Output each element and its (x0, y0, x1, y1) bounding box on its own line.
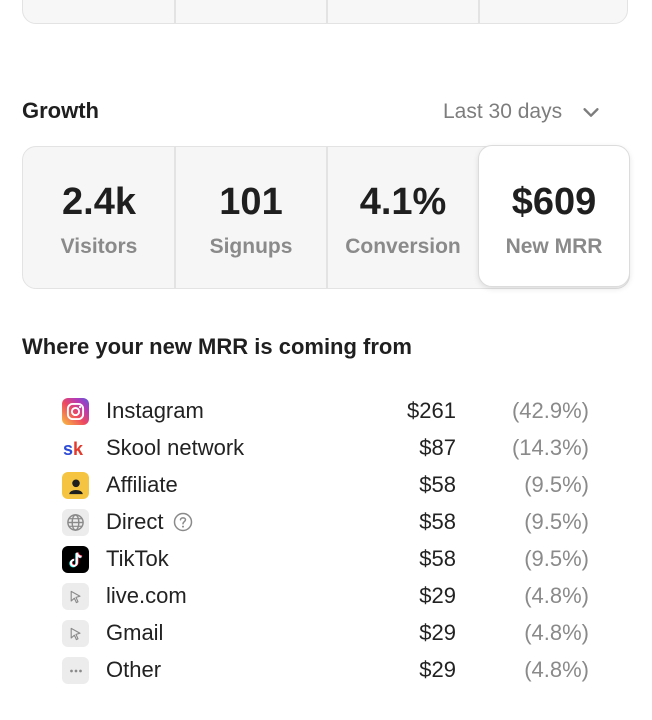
source-row-direct[interactable]: Direct $58 (9.5%) (0, 504, 652, 541)
cursor-icon (62, 620, 89, 647)
stat-value: 2.4k (62, 181, 136, 223)
affiliate-icon (62, 472, 89, 499)
previous-stats-card (22, 0, 628, 24)
source-amount: $29 (419, 620, 456, 645)
source-percent: (14.3%) (511, 435, 589, 460)
source-name: Gmail (106, 620, 164, 645)
stat-label: Visitors (60, 235, 138, 258)
source-amount: $261 (407, 398, 456, 423)
growth-stats-card: 2.4k Visitors 101 Signups 4.1% Conversio… (22, 145, 630, 289)
source-row-live-com[interactable]: live.com $29 (4.8%) (0, 578, 652, 615)
more-icon (62, 657, 89, 684)
source-name: Direct (106, 509, 193, 535)
source-row-affiliate[interactable]: Affiliate $58 (9.5%) (0, 467, 652, 504)
source-name: Skool network (106, 435, 245, 460)
source-percent: (9.5%) (524, 509, 589, 534)
svg-text:s: s (63, 439, 73, 459)
tiktok-icon (62, 546, 89, 573)
source-row-skool[interactable]: s k Skool network $87 (14.3%) (0, 430, 652, 467)
source-name: Instagram (106, 398, 204, 423)
source-row-gmail[interactable]: Gmail $29 (4.8%) (0, 615, 652, 652)
stat-value: 101 (219, 181, 283, 223)
source-row-instagram[interactable]: Instagram $261 (42.9%) (0, 393, 652, 430)
source-amount: $58 (419, 509, 456, 534)
source-percent: (4.8%) (524, 583, 589, 608)
date-range-select[interactable]: Last 30 days (443, 100, 602, 124)
growth-title: Growth (22, 98, 99, 123)
card-divider (326, 0, 328, 23)
stat-label: Conversion (345, 235, 461, 258)
date-range-label: Last 30 days (443, 100, 563, 123)
source-percent: (9.5%) (524, 546, 589, 571)
stat-new-mrr[interactable]: $609 New MRR (478, 145, 630, 287)
source-name: live.com (106, 583, 187, 608)
source-name-text: Direct (106, 509, 164, 534)
source-row-other[interactable]: Other $29 (4.8%) (0, 652, 652, 689)
chevron-down-icon (583, 108, 599, 117)
source-name: TikTok (106, 546, 169, 571)
source-amount: $29 (419, 583, 456, 608)
svg-text:k: k (73, 439, 84, 459)
source-amount: $29 (419, 657, 456, 682)
stat-conversion[interactable]: 4.1% Conversion (327, 147, 479, 287)
stat-value: $609 (511, 181, 597, 223)
stat-label: New MRR (505, 235, 603, 258)
source-name: Affiliate (106, 472, 178, 497)
instagram-icon (62, 398, 89, 425)
source-percent: (9.5%) (524, 472, 589, 497)
source-percent: (4.8%) (524, 657, 589, 682)
globe-icon (62, 509, 89, 536)
skool-icon: s k (62, 435, 89, 462)
source-amount: $58 (419, 472, 456, 497)
card-divider (174, 0, 176, 23)
source-amount: $87 (419, 435, 456, 460)
sources-title: Where your new MRR is coming from (22, 334, 412, 359)
cursor-icon (62, 583, 89, 610)
stat-signups[interactable]: 101 Signups (175, 147, 327, 287)
card-divider (478, 0, 480, 23)
stat-visitors[interactable]: 2.4k Visitors (23, 147, 175, 287)
stat-label: Signups (209, 235, 293, 258)
source-row-tiktok[interactable]: TikTok $58 (9.5%) (0, 541, 652, 578)
help-icon[interactable] (173, 512, 193, 532)
source-name: Other (106, 657, 162, 682)
source-percent: (4.8%) (524, 620, 589, 645)
stat-value: 4.1% (359, 181, 447, 223)
source-percent: (42.9%) (511, 398, 589, 423)
source-amount: $58 (419, 546, 456, 571)
